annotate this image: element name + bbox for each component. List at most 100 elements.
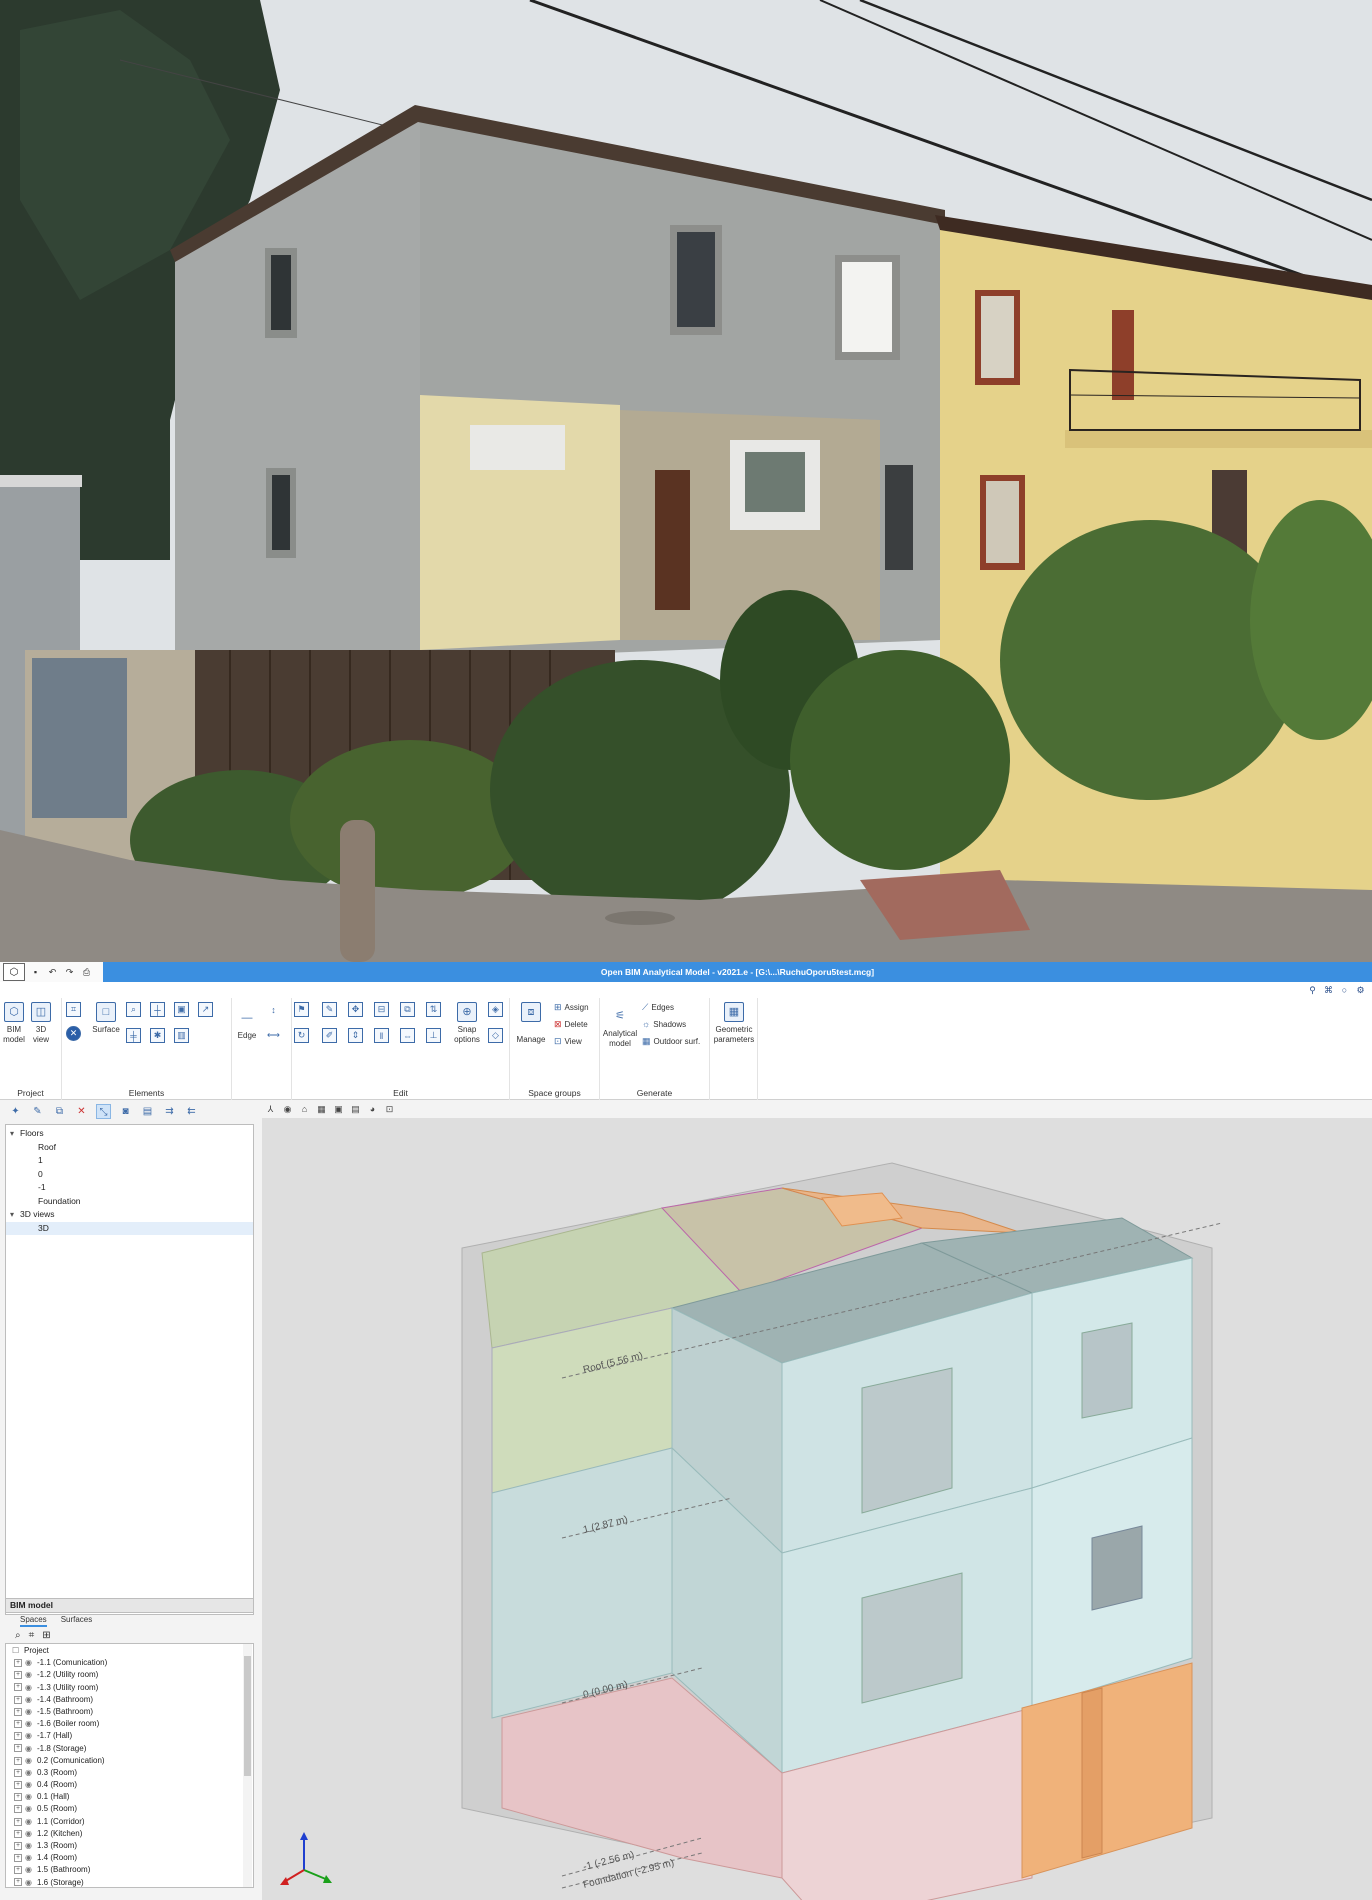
space-list-item[interactable]: + ◉ 1.2 (Kitchen) [6, 1828, 253, 1840]
geometric-parameters-button[interactable]: ▦ Geometric parameters [712, 1002, 756, 1045]
trim-icon[interactable]: ⊥ [426, 1028, 441, 1043]
space-list-item[interactable]: + ◉ -1.4 (Bathroom) [6, 1694, 253, 1706]
space-list-item[interactable]: + ◉ -1.6 (Boiler room) [6, 1718, 253, 1730]
space-list-item[interactable]: + ◉ -1.3 (Utility room) [6, 1682, 253, 1694]
analytical-model-button[interactable]: ⚟ Analytical model [602, 1006, 638, 1049]
bim-model-button[interactable]: ⬡ BIM model [3, 1002, 25, 1045]
visibility-icon[interactable]: ◉ [25, 1743, 35, 1755]
visibility-icon[interactable]: ◕ [367, 1104, 378, 1115]
visibility-icon[interactable]: ◉ [25, 1706, 35, 1718]
select-view-icon[interactable]: ▤ [350, 1104, 361, 1115]
expand-icon[interactable]: + [14, 1659, 22, 1668]
vertical-edge-icon[interactable]: ↕ [266, 1002, 281, 1017]
save-icon[interactable]: ▪ [29, 966, 42, 979]
expand-icon[interactable]: + [14, 1707, 22, 1716]
space-list-item[interactable]: + ◉ -1.2 (Utility room) [6, 1669, 253, 1681]
expand-icon[interactable]: + [14, 1878, 22, 1887]
edit-surface-icon[interactable]: ↗ [198, 1002, 213, 1017]
outdoor-surf-button[interactable]: ▦ Outdoor surf. [642, 1036, 700, 1047]
assign-button[interactable]: ⊞ Assign [554, 1002, 589, 1013]
space-list-item[interactable]: + ◉ -1.7 (Hall) [6, 1730, 253, 1742]
join-surface-icon[interactable]: ╪ [126, 1028, 141, 1043]
expand-icon[interactable]: + [14, 1720, 22, 1729]
visibility-icon[interactable]: ◉ [25, 1682, 35, 1694]
align-icon[interactable]: ⇅ [426, 1002, 441, 1017]
visibility-icon[interactable]: ◉ [25, 1877, 35, 1887]
space-list-item[interactable]: + ◉ 0.5 (Room) [6, 1803, 253, 1815]
capture-icon[interactable]: ⊡ [384, 1104, 395, 1115]
select-floor-icon[interactable]: ⤡ [96, 1103, 111, 1119]
space-list-item[interactable]: + ◉ -1.1 (Comunication) [6, 1657, 253, 1669]
space-list-item[interactable]: + ◉ 1.3 (Room) [6, 1840, 253, 1852]
redo-icon[interactable]: ↷ [63, 966, 76, 979]
expand-icon[interactable]: + [14, 1780, 22, 1789]
manage-button[interactable]: ⧈ Manage [517, 1002, 545, 1045]
shadows-button[interactable]: ☼ Shadows [642, 1019, 686, 1029]
delete-floor-icon[interactable]: ✕ [74, 1104, 89, 1119]
visibility-icon[interactable]: ◉ [25, 1730, 35, 1742]
expand-icon[interactable]: + [14, 1768, 22, 1777]
export-icon[interactable]: ⇉ [162, 1104, 177, 1119]
floors-node[interactable]: ▾ Floors [6, 1127, 253, 1141]
expand-icon[interactable]: + [14, 1695, 22, 1704]
edit-shape-icon[interactable]: ✐ [322, 1028, 337, 1043]
3d-viewport[interactable]: Roof (5.56 m) 1 (2.87 m) 0 (0.00 m) -1 (… [262, 1118, 1372, 1900]
structure-icon[interactable]: ⌗ [66, 1002, 81, 1017]
view-item[interactable]: 3D [6, 1221, 253, 1235]
expand-icon[interactable]: + [14, 1756, 22, 1765]
app-menu-icon[interactable]: ⬡ [3, 963, 25, 981]
3d-views-node[interactable]: ▾ 3D views [6, 1208, 253, 1222]
space-list-item[interactable]: + ◉ 1.1 (Corridor) [6, 1816, 253, 1828]
floor-item[interactable]: Roof [6, 1141, 253, 1155]
settings-icon[interactable]: ⚙ [1355, 985, 1366, 996]
move-point-icon[interactable]: ⚑ [294, 1002, 309, 1017]
tab-surfaces[interactable]: Surfaces [61, 1613, 93, 1627]
edge-dimension-icon[interactable]: ⟷ [266, 1028, 281, 1043]
floor-item[interactable]: Foundation [6, 1195, 253, 1209]
visibility-icon[interactable]: ◉ [25, 1779, 35, 1791]
visibility-icon[interactable]: ◉ [25, 1669, 35, 1681]
expand-icon[interactable]: + [14, 1671, 22, 1680]
edges-button[interactable]: ⟋ Edges [642, 1002, 674, 1013]
perspective-icon[interactable]: ⌂ [299, 1104, 310, 1115]
search-icon[interactable]: ⌕ [15, 1630, 21, 1641]
rotate-icon[interactable]: ↻ [294, 1028, 309, 1043]
stretch-icon[interactable]: ⇕ [348, 1028, 363, 1043]
filter-icon[interactable]: ⊞ [42, 1630, 50, 1641]
move-icon[interactable]: ✥ [348, 1002, 363, 1017]
expand-icon[interactable]: + [14, 1732, 22, 1741]
user-icon[interactable]: ⚲ [1307, 985, 1318, 996]
layers-icon[interactable]: ▣ [333, 1104, 344, 1115]
expand-icon[interactable]: + [14, 1829, 22, 1838]
visibility-icon[interactable]: ◉ [25, 1657, 35, 1669]
visibility-icon[interactable]: ◉ [25, 1864, 35, 1876]
zoom-surface-icon[interactable]: ⌕ [126, 1002, 141, 1017]
snap-3d-icon[interactable]: ◈ [488, 1002, 503, 1017]
space-list-item[interactable]: + ◉ -1.5 (Bathroom) [6, 1706, 253, 1718]
visibility-icon[interactable]: ◉ [25, 1803, 35, 1815]
copy-icon[interactable]: ⧉ [400, 1002, 415, 1017]
building-model[interactable]: Roof (5.56 m) 1 (2.87 m) 0 (0.00 m) -1 (… [262, 1118, 1372, 1900]
space-list-item[interactable]: + ◉ 1.6 (Storage) [6, 1877, 253, 1887]
visibility-icon[interactable]: ◉ [25, 1791, 35, 1803]
undo-icon[interactable]: ↶ [46, 966, 59, 979]
tab-spaces[interactable]: Spaces [20, 1613, 47, 1627]
visibility-icon[interactable]: ◉ [25, 1852, 35, 1864]
visibility-icon[interactable]: ◉ [25, 1828, 35, 1840]
mirror-icon[interactable]: ⊟ [374, 1002, 389, 1017]
expand-icon[interactable]: + [14, 1854, 22, 1863]
space-list-item[interactable]: + ◉ 0.3 (Room) [6, 1767, 253, 1779]
expand-icon[interactable]: + [14, 1805, 22, 1814]
visibility-icon[interactable]: ◉ [25, 1840, 35, 1852]
expand-icon[interactable]: + [14, 1841, 22, 1850]
floor-item[interactable]: 0 [6, 1168, 253, 1182]
new-floor-icon[interactable]: ✦ [8, 1104, 23, 1119]
space-list-item[interactable]: + ◉ -1.8 (Storage) [6, 1743, 253, 1755]
expand-icon[interactable]: + [14, 1683, 22, 1692]
3d-view-button[interactable]: ◫ 3D view [30, 1002, 52, 1045]
expand-icon[interactable]: + [14, 1817, 22, 1826]
visibility-icon[interactable]: ◉ [25, 1718, 35, 1730]
box-surface-icon[interactable]: ▥ [174, 1028, 189, 1043]
copy-floor-icon[interactable]: ⧉ [52, 1104, 67, 1119]
surface-button[interactable]: □ Surface [92, 1002, 120, 1035]
